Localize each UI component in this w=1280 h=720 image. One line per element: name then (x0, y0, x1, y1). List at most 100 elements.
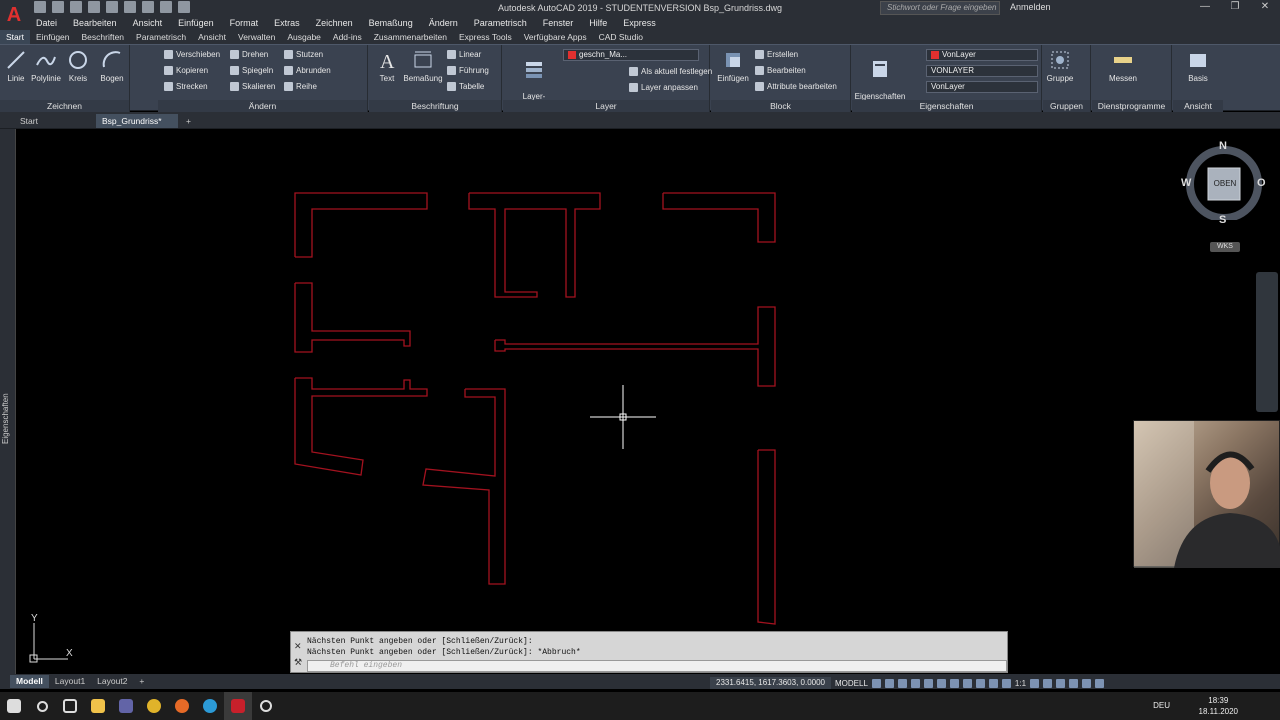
menu-bearbeiten[interactable]: Bearbeiten (65, 16, 125, 30)
menu-hilfe[interactable]: Hilfe (581, 16, 615, 30)
copy-button[interactable]: Kopieren (164, 65, 208, 76)
sign-in-button[interactable]: Anmelden (1010, 2, 1051, 12)
rotate-button[interactable]: Drehen (230, 49, 268, 60)
trim-button[interactable]: Stutzen (284, 49, 323, 60)
gear-icon[interactable] (1030, 678, 1040, 688)
menu-zeichnen[interactable]: Zeichnen (308, 16, 361, 30)
panel-title-layer[interactable]: Layer (503, 100, 709, 112)
arc-button[interactable]: Bogen (98, 49, 126, 83)
grid-icon[interactable] (871, 678, 881, 688)
selection-cycling-icon[interactable] (988, 678, 998, 688)
plus-icon[interactable] (1043, 678, 1053, 688)
close-icon[interactable]: ✕ (1250, 1, 1280, 15)
tab-einfuegen[interactable]: Einfügen (30, 30, 76, 44)
menu-extras[interactable]: Extras (266, 16, 308, 30)
edge-icon[interactable] (196, 692, 224, 720)
customization-icon[interactable] (1095, 678, 1105, 688)
color-dropdown[interactable]: VonLayer (926, 49, 1038, 61)
tab-verwalten[interactable]: Verwalten (232, 30, 281, 44)
polar-icon[interactable] (910, 678, 920, 688)
hardware-acceleration-icon[interactable] (1069, 678, 1079, 688)
line-button[interactable]: Linie (4, 49, 28, 83)
system-clock[interactable]: 18:39 18.11.2020 (1199, 695, 1238, 717)
input-language[interactable]: DEU (1153, 701, 1170, 710)
linetype-dropdown[interactable]: VONLAYER (926, 65, 1038, 77)
tab-cad-studio[interactable]: CAD Studio (593, 30, 649, 44)
edit-attributes-button[interactable]: Attribute bearbeiten (755, 81, 837, 92)
autocad-taskbar-icon[interactable] (224, 692, 252, 720)
tab-parametrisch[interactable]: Parametrisch (130, 30, 192, 44)
move-button[interactable]: Verschieben (164, 49, 220, 60)
panel-title-dienstprogramme[interactable]: Dienstprogramme (1092, 100, 1171, 112)
windows-start-icon[interactable] (0, 692, 28, 720)
minimize-icon[interactable]: — (1190, 1, 1220, 15)
stretch-button[interactable]: Strecken (164, 81, 208, 92)
insert-block-button[interactable]: Einfügen (715, 49, 751, 83)
panel-title-block[interactable]: Block (711, 100, 850, 112)
measure-button[interactable]: Messen (1106, 49, 1140, 83)
tab-verfuegbare-apps[interactable]: Verfügbare Apps (518, 30, 593, 44)
compass-s[interactable]: S (1219, 214, 1226, 226)
tab-ansicht[interactable]: Ansicht (192, 30, 232, 44)
menu-ansicht[interactable]: Ansicht (125, 16, 171, 30)
drawing-canvas[interactable]: Y X (0, 129, 1280, 674)
wrench-icon[interactable]: ⚒ (294, 657, 302, 668)
tab-start[interactable]: Start (0, 30, 30, 44)
create-block-button[interactable]: Erstellen (755, 49, 798, 60)
tab-layout1[interactable]: Layout1 (49, 675, 91, 688)
panel-title-ansicht[interactable]: Ansicht (1173, 100, 1223, 112)
viewcube[interactable]: N S W O OBEN WKS (1181, 140, 1266, 252)
properties-palette-collapsed[interactable]: Eigenschaften (0, 129, 16, 674)
model-space-toggle[interactable]: MODELL (835, 679, 868, 688)
navigation-bar[interactable] (1256, 272, 1278, 412)
leader-button[interactable]: Führung (447, 65, 489, 76)
menu-einfuegen[interactable]: Einfügen (170, 16, 222, 30)
maximize-icon[interactable]: ❐ (1220, 1, 1250, 15)
isolate-objects-icon[interactable] (1056, 678, 1066, 688)
tab-layout2[interactable]: Layout2 (91, 675, 133, 688)
transparency-icon[interactable] (975, 678, 985, 688)
menu-format[interactable]: Format (222, 16, 267, 30)
search-icon[interactable] (28, 692, 56, 720)
file-explorer-icon[interactable] (84, 692, 112, 720)
fillet-button[interactable]: Abrunden (284, 65, 331, 76)
menu-express[interactable]: Express (615, 16, 664, 30)
wcs-menu[interactable]: WKS (1210, 242, 1240, 252)
clean-screen-icon[interactable] (1082, 678, 1092, 688)
doc-tab-start[interactable]: Start (14, 114, 94, 128)
linear-dim-button[interactable]: Linear (447, 49, 481, 60)
menu-aendern[interactable]: Ändern (421, 16, 466, 30)
table-button[interactable]: Tabelle (447, 81, 484, 92)
compass-w[interactable]: W (1181, 177, 1191, 189)
menu-bemassung[interactable]: Bemaßung (361, 16, 421, 30)
scale-button[interactable]: Skalieren (230, 81, 275, 92)
tab-zusammenarbeiten[interactable]: Zusammenarbeiten (368, 30, 453, 44)
teams-icon[interactable] (112, 692, 140, 720)
tab-express-tools[interactable]: Express Tools (453, 30, 518, 44)
command-input[interactable]: Befehl eingeben (307, 660, 1007, 672)
group-button[interactable]: Gruppe (1045, 49, 1075, 83)
match-layer-button[interactable]: Layer anpassen (629, 82, 698, 93)
new-tab-icon[interactable]: + (182, 114, 198, 128)
dimension-button[interactable]: Bemaßung (403, 49, 443, 83)
tab-add-ins[interactable]: Add-ins (327, 30, 368, 44)
annotation-visibility-icon[interactable] (1001, 678, 1011, 688)
lineweight-icon[interactable] (962, 678, 972, 688)
mirror-button[interactable]: Spiegeln (230, 65, 273, 76)
layer-dropdown[interactable]: geschn_Ma... (563, 49, 699, 61)
base-view-button[interactable]: Basis (1181, 49, 1215, 83)
chrome-icon[interactable] (140, 692, 168, 720)
isodraft-icon[interactable] (923, 678, 933, 688)
ortho-icon[interactable] (897, 678, 907, 688)
cursor-coordinates[interactable]: 2331.6415, 1617.3603, 0.0000 (710, 677, 831, 689)
panel-title-zeichnen[interactable]: Zeichnen (0, 100, 129, 112)
add-layout-icon[interactable]: + (133, 675, 150, 688)
tab-beschriften[interactable]: Beschriften (76, 30, 131, 44)
panel-title-eigenschaften[interactable]: Eigenschaften (852, 100, 1041, 112)
close-command-icon[interactable]: ✕ (294, 641, 302, 652)
panel-title-aendern[interactable]: Ändern (158, 100, 367, 112)
object-snap-tracking-icon[interactable] (936, 678, 946, 688)
task-view-icon[interactable] (56, 692, 84, 720)
menu-datei[interactable]: Datei (28, 16, 65, 30)
menu-fenster[interactable]: Fenster (535, 16, 582, 30)
